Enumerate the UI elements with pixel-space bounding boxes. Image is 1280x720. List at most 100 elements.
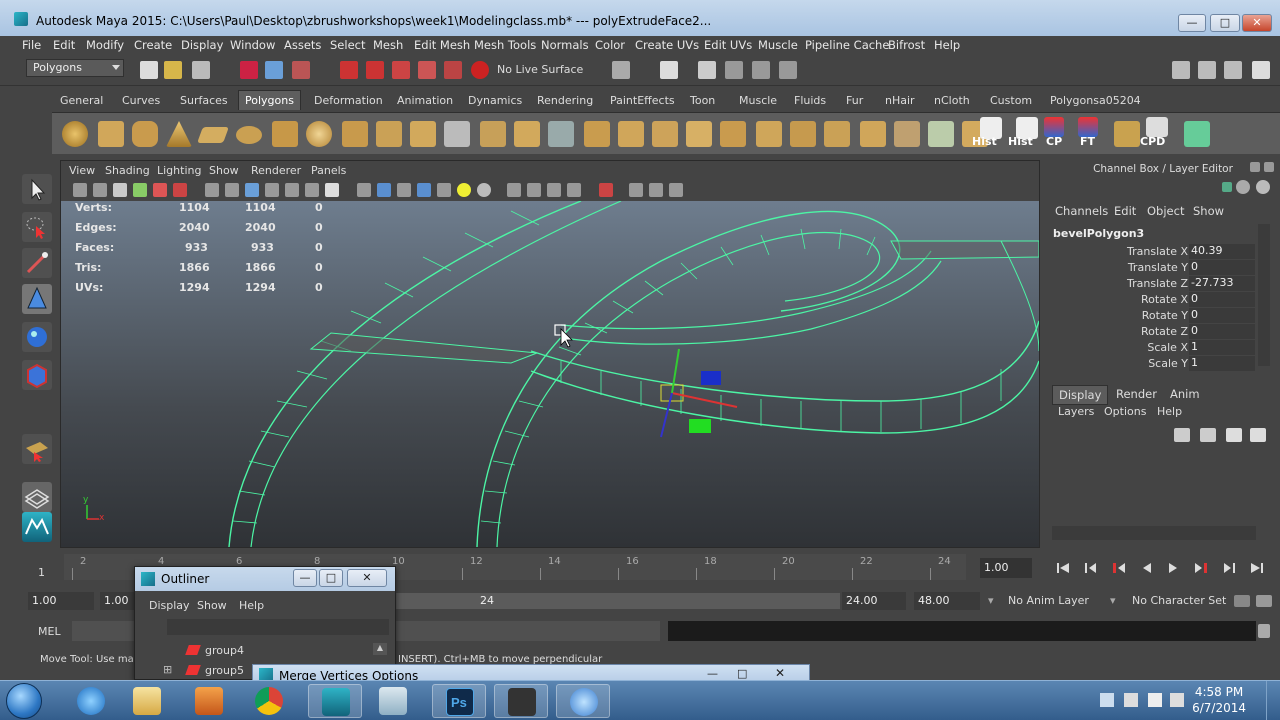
- end-time-field[interactable]: 48.00: [914, 592, 980, 610]
- isolate-select-icon[interactable]: [567, 183, 581, 197]
- attribute-editor-icon[interactable]: [1172, 61, 1190, 79]
- bridge-icon[interactable]: [618, 121, 644, 147]
- attr-translate-x[interactable]: Translate X 40.39: [1050, 244, 1260, 260]
- grid-icon[interactable]: [205, 183, 219, 197]
- dialog-close-button[interactable]: ✕: [775, 666, 785, 680]
- channel-anim-icon[interactable]: [1222, 182, 1232, 192]
- attr-translate-z[interactable]: Translate Z -27.733: [1050, 276, 1260, 292]
- select-hierarchy-icon[interactable]: [240, 61, 258, 79]
- mel-label[interactable]: MEL: [38, 625, 61, 638]
- tab-deformation[interactable]: Deformation: [308, 93, 389, 108]
- history-icon[interactable]: [612, 61, 630, 79]
- step-forward-key-icon[interactable]: [1194, 562, 1208, 574]
- smooth-shade-icon[interactable]: [377, 183, 391, 197]
- screen-space-ao-icon[interactable]: [477, 183, 491, 197]
- use-lights-icon[interactable]: [437, 183, 451, 197]
- menu-display[interactable]: Display: [181, 38, 223, 52]
- camera-attributes-icon[interactable]: [73, 183, 87, 197]
- attr-value[interactable]: 1: [1189, 340, 1255, 355]
- taskbar-media[interactable]: [182, 684, 236, 718]
- tab-display-layers[interactable]: Display: [1052, 385, 1109, 405]
- menu-mesh-tools[interactable]: Mesh Tools: [474, 38, 536, 52]
- poly-pipe-icon[interactable]: [272, 121, 298, 147]
- poly-cylinder-icon[interactable]: [132, 121, 158, 147]
- freeze-transform-icon[interactable]: [1078, 117, 1098, 137]
- taskbar-chrome[interactable]: [242, 684, 296, 718]
- step-back-key-icon[interactable]: [1112, 562, 1126, 574]
- shadows-icon[interactable]: [457, 183, 471, 197]
- channel-box-scrollbar[interactable]: [1258, 224, 1270, 366]
- range-bar[interactable]: 24: [394, 593, 840, 609]
- field-chart-icon[interactable]: [285, 183, 299, 197]
- wireframe-on-shaded-icon[interactable]: [397, 183, 411, 197]
- poly-sphere-icon[interactable]: [62, 121, 88, 147]
- attr-rotate-z[interactable]: Rotate Z0: [1050, 324, 1260, 340]
- camera-bookmarks-icon[interactable]: [93, 183, 107, 197]
- menu-help[interactable]: Help: [934, 38, 960, 52]
- panel-menu-lighting[interactable]: Lighting: [157, 164, 201, 177]
- layout-single-icon[interactable]: [22, 482, 52, 512]
- xray-icon[interactable]: [599, 183, 613, 197]
- hypershade-icon[interactable]: [779, 61, 797, 79]
- start-button[interactable]: [6, 683, 42, 719]
- outliner-item-group4[interactable]: group4: [205, 644, 244, 657]
- layers-menu[interactable]: Layers: [1058, 405, 1094, 418]
- tab-fluids[interactable]: Fluids: [788, 93, 832, 108]
- film-gate-icon[interactable]: [225, 183, 239, 197]
- outliner-maximize-button[interactable]: □: [319, 569, 343, 587]
- attr-translate-y[interactable]: Translate Y0: [1050, 260, 1260, 276]
- outliner-item-group5[interactable]: group5: [205, 664, 244, 677]
- taskbar-ie[interactable]: [64, 684, 118, 718]
- tab-polygonsa05204[interactable]: Polygonsa05204: [1044, 93, 1147, 108]
- tab-toon[interactable]: Toon: [684, 93, 721, 108]
- float-panel-icon[interactable]: [1250, 162, 1260, 172]
- play-backwards-icon[interactable]: [1140, 562, 1154, 574]
- poly-soccer-ball-icon[interactable]: [306, 121, 332, 147]
- poly-plane-icon[interactable]: [197, 127, 229, 143]
- attr-rotate-y[interactable]: Rotate Y0: [1050, 308, 1260, 324]
- outliner-filter-input[interactable]: [167, 619, 389, 635]
- show-desktop-button[interactable]: [1266, 681, 1280, 720]
- snap-surface-icon[interactable]: [444, 61, 462, 79]
- insert-edge-loop-icon[interactable]: [720, 121, 746, 147]
- scale-tool-icon[interactable]: [22, 360, 52, 390]
- image-plane-icon[interactable]: [113, 183, 127, 197]
- attr-value[interactable]: 1: [1189, 356, 1255, 371]
- outliner-display-menu[interactable]: Display: [149, 599, 190, 612]
- channel-settings-icon[interactable]: [1256, 180, 1270, 194]
- menu-pipeline-cache[interactable]: Pipeline Cache: [805, 38, 889, 52]
- extrude-icon[interactable]: [584, 121, 610, 147]
- wireframe-icon[interactable]: [357, 183, 371, 197]
- lasso-tool-icon[interactable]: [22, 212, 52, 242]
- taskbar-app[interactable]: [366, 684, 420, 718]
- tab-nhair[interactable]: nHair: [879, 93, 921, 108]
- scroll-up-icon[interactable]: ▲: [373, 643, 387, 655]
- tab-general[interactable]: General: [54, 93, 109, 108]
- snap-grid-icon[interactable]: [340, 61, 358, 79]
- taskbar-explorer[interactable]: [120, 684, 174, 718]
- wedge-icon[interactable]: [928, 121, 954, 147]
- menu-muscle[interactable]: Muscle: [758, 38, 798, 52]
- tab-animation[interactable]: Animation: [391, 93, 459, 108]
- smooth-icon[interactable]: [444, 121, 470, 147]
- tab-surfaces[interactable]: Surfaces: [174, 93, 234, 108]
- move-tool-icon[interactable]: [22, 284, 52, 314]
- channel-key-icon[interactable]: [1236, 180, 1250, 194]
- menu-edit-mesh[interactable]: Edit Mesh: [414, 38, 470, 52]
- poke-icon[interactable]: [894, 121, 920, 147]
- menu-set-dropdown[interactable]: Polygons: [26, 59, 124, 77]
- panel-menu-panels[interactable]: Panels: [311, 164, 346, 177]
- play-forwards-icon[interactable]: [1166, 562, 1180, 574]
- menu-create[interactable]: Create: [134, 38, 172, 52]
- taskbar-maya[interactable]: [308, 684, 362, 718]
- menu-window[interactable]: Window: [230, 38, 275, 52]
- layout-icon[interactable]: [1252, 61, 1270, 79]
- viewport-3d[interactable]: y x Verts: 1104 1104 0 Edges: 2040 2040 …: [61, 201, 1039, 547]
- channels-menu[interactable]: Channels: [1055, 204, 1108, 218]
- menu-file[interactable]: File: [22, 38, 41, 52]
- move-layer-up-icon[interactable]: [1226, 428, 1242, 442]
- textured-icon[interactable]: [417, 183, 431, 197]
- poly-cube-icon[interactable]: [98, 121, 124, 147]
- save-scene-icon[interactable]: [192, 61, 210, 79]
- mirror-icon[interactable]: [514, 121, 540, 147]
